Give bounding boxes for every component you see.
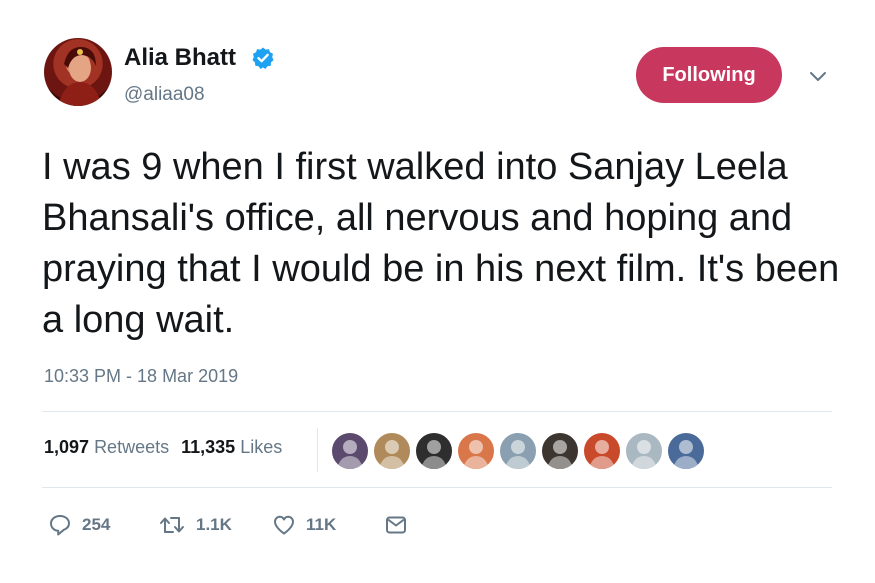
liker-avatar-1[interactable]: [331, 432, 369, 470]
tweet-card: Alia Bhatt @aliaa08 Following I was 9 wh…: [0, 0, 875, 583]
stats-separator: [317, 428, 318, 472]
avatar[interactable]: [44, 38, 112, 106]
liker-avatar-9[interactable]: [667, 432, 705, 470]
verified-badge-icon: [252, 47, 274, 69]
retweets-label: Retweets: [94, 437, 170, 457]
liker-avatar-4[interactable]: [457, 432, 495, 470]
liker-avatar-6[interactable]: [541, 432, 579, 470]
display-name[interactable]: Alia Bhatt: [124, 44, 236, 72]
tweet-timestamp[interactable]: 10:33 PM - 18 Mar 2019: [44, 366, 238, 387]
like-count: 11K: [306, 515, 337, 534]
tweet-text: I was 9 when I first walked into Sanjay …: [42, 146, 840, 341]
retweets-stat[interactable]: 1,097 Retweets: [44, 437, 169, 457]
likes-label: Likes: [240, 437, 283, 457]
divider-bottom: [42, 487, 832, 488]
reply-button[interactable]: 254: [48, 510, 110, 540]
reply-count: 254: [82, 515, 111, 534]
chevron-down-icon[interactable]: [806, 66, 830, 88]
engagement-stats: 1,097 Retweets 11,335 Likes: [44, 437, 282, 458]
liker-avatar-8[interactable]: [625, 432, 663, 470]
like-button[interactable]: 11K: [272, 510, 336, 540]
retweet-button[interactable]: 1.1K: [158, 510, 232, 540]
direct-message-icon: [386, 516, 406, 534]
retweets-count: 1,097: [44, 437, 90, 457]
retweet-count: 1.1K: [196, 515, 232, 534]
user-handle[interactable]: @aliaa08: [124, 84, 205, 106]
direct-message-button[interactable]: [384, 510, 408, 540]
liker-avatar-3[interactable]: [415, 432, 453, 470]
liker-avatar-7[interactable]: [583, 432, 621, 470]
following-button[interactable]: Following: [636, 47, 782, 103]
divider-top: [42, 411, 832, 412]
liker-avatar-5[interactable]: [499, 432, 537, 470]
like-icon: [274, 515, 294, 535]
retweet-icon: [160, 517, 184, 533]
liker-avatar-2[interactable]: [373, 432, 411, 470]
reply-icon: [50, 515, 70, 536]
likes-stat[interactable]: 11,335 Likes: [181, 437, 282, 457]
likes-count: 11,335: [181, 437, 236, 457]
